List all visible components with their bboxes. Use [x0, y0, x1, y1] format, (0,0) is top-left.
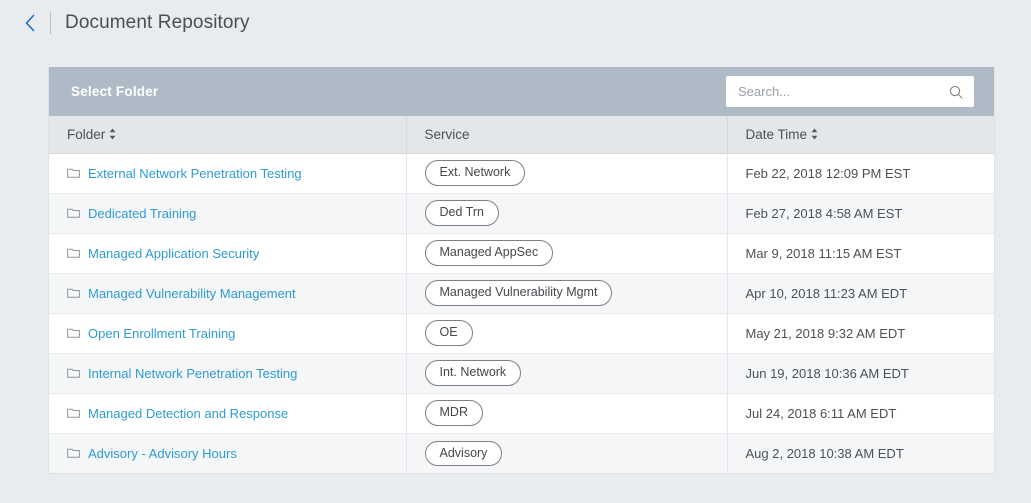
- column-header-date-time[interactable]: Date Time: [727, 116, 994, 153]
- service-pill: MDR: [425, 400, 483, 426]
- cell-folder: Managed Detection and Response: [49, 393, 406, 433]
- service-pill: Managed AppSec: [425, 240, 554, 266]
- cell-folder: Managed Vulnerability Management: [49, 273, 406, 313]
- back-button[interactable]: [18, 10, 42, 36]
- table-row[interactable]: Open Enrollment Training OE May 21, 2018…: [49, 313, 994, 353]
- search-container: [726, 76, 974, 107]
- table-row[interactable]: Managed Application Security Managed App…: [49, 233, 994, 273]
- cell-folder: External Network Penetration Testing: [49, 153, 406, 193]
- folder-link[interactable]: External Network Penetration Testing: [88, 166, 302, 181]
- table-row[interactable]: Managed Detection and Response MDR Jul 2…: [49, 393, 994, 433]
- folder-cell-content: Internal Network Penetration Testing: [67, 366, 406, 381]
- select-folder-label: Select Folder: [71, 84, 158, 99]
- panel-wrapper: Select Folder Folder: [0, 45, 1031, 474]
- cell-folder: Open Enrollment Training: [49, 313, 406, 353]
- table-row[interactable]: Managed Vulnerability Management Managed…: [49, 273, 994, 313]
- folder-icon: [67, 366, 80, 381]
- folder-icon: [67, 406, 80, 421]
- cell-service: Managed AppSec: [406, 233, 727, 273]
- column-header-folder-label: Folder: [67, 127, 105, 142]
- folder-link[interactable]: Advisory - Advisory Hours: [88, 446, 237, 461]
- cell-date-time: Apr 10, 2018 11:23 AM EDT: [727, 273, 994, 313]
- table-body: External Network Penetration Testing Ext…: [49, 153, 994, 473]
- column-header-date-time-label: Date Time: [746, 127, 808, 142]
- folder-icon: [67, 246, 80, 261]
- folder-link[interactable]: Managed Detection and Response: [88, 406, 288, 421]
- folder-icon: [67, 326, 80, 341]
- column-header-service[interactable]: Service: [406, 116, 727, 153]
- folder-link[interactable]: Open Enrollment Training: [88, 326, 235, 341]
- table-header-row: Folder Service Date Time: [49, 116, 994, 153]
- cell-folder: Advisory - Advisory Hours: [49, 433, 406, 473]
- service-pill: Ded Trn: [425, 200, 499, 226]
- sort-updown-icon[interactable]: [109, 128, 116, 143]
- service-pill: Managed Vulnerability Mgmt: [425, 280, 613, 306]
- top-bar: Document Repository: [0, 0, 1031, 45]
- cell-service: Advisory: [406, 433, 727, 473]
- folder-link[interactable]: Managed Vulnerability Management: [88, 286, 296, 301]
- folder-cell-content: Advisory - Advisory Hours: [67, 446, 406, 461]
- panel-header: Select Folder: [49, 67, 994, 116]
- folder-cell-content: Managed Vulnerability Management: [67, 286, 406, 301]
- folder-link[interactable]: Managed Application Security: [88, 246, 259, 261]
- cell-date-time: Jul 24, 2018 6:11 AM EDT: [727, 393, 994, 433]
- folder-cell-content: External Network Penetration Testing: [67, 166, 406, 181]
- service-pill: Int. Network: [425, 360, 522, 386]
- document-repository-panel: Select Folder Folder: [48, 67, 995, 474]
- cell-date-time: May 21, 2018 9:32 AM EDT: [727, 313, 994, 353]
- table-row[interactable]: Internal Network Penetration Testing Int…: [49, 353, 994, 393]
- cell-service: Managed Vulnerability Mgmt: [406, 273, 727, 313]
- folder-icon: [67, 286, 80, 301]
- cell-date-time: Feb 27, 2018 4:58 AM EST: [727, 193, 994, 233]
- cell-date-time: Feb 22, 2018 12:09 PM EST: [727, 153, 994, 193]
- table-header: Folder Service Date Time: [49, 116, 994, 153]
- cell-folder: Internal Network Penetration Testing: [49, 353, 406, 393]
- service-pill: OE: [425, 320, 473, 346]
- folder-cell-content: Dedicated Training: [67, 206, 406, 221]
- folder-link[interactable]: Internal Network Penetration Testing: [88, 366, 297, 381]
- cell-date-time: Jun 19, 2018 10:36 AM EDT: [727, 353, 994, 393]
- table-row[interactable]: Dedicated Training Ded Trn Feb 27, 2018 …: [49, 193, 994, 233]
- folder-cell-content: Managed Application Security: [67, 246, 406, 261]
- cell-service: MDR: [406, 393, 727, 433]
- cell-service: Ext. Network: [406, 153, 727, 193]
- documents-table: Folder Service Date Time: [49, 116, 994, 473]
- cell-service: Int. Network: [406, 353, 727, 393]
- folder-link[interactable]: Dedicated Training: [88, 206, 196, 221]
- search-input[interactable]: [726, 76, 974, 107]
- service-pill: Advisory: [425, 441, 503, 467]
- header-divider: [50, 12, 51, 34]
- cell-service: Ded Trn: [406, 193, 727, 233]
- column-header-folder[interactable]: Folder: [49, 116, 406, 153]
- page-title: Document Repository: [65, 12, 250, 34]
- folder-icon: [67, 166, 80, 181]
- chevron-left-icon: [24, 14, 36, 32]
- cell-service: OE: [406, 313, 727, 353]
- cell-folder: Dedicated Training: [49, 193, 406, 233]
- folder-icon: [67, 446, 80, 461]
- folder-cell-content: Open Enrollment Training: [67, 326, 406, 341]
- table-row[interactable]: External Network Penetration Testing Ext…: [49, 153, 994, 193]
- sort-updown-icon[interactable]: [811, 128, 818, 143]
- cell-folder: Managed Application Security: [49, 233, 406, 273]
- table-row[interactable]: Advisory - Advisory Hours Advisory Aug 2…: [49, 433, 994, 473]
- service-pill: Ext. Network: [425, 160, 526, 186]
- cell-date-time: Mar 9, 2018 11:15 AM EST: [727, 233, 994, 273]
- folder-icon: [67, 206, 80, 221]
- cell-date-time: Aug 2, 2018 10:38 AM EDT: [727, 433, 994, 473]
- folder-cell-content: Managed Detection and Response: [67, 406, 406, 421]
- column-header-service-label: Service: [425, 127, 470, 142]
